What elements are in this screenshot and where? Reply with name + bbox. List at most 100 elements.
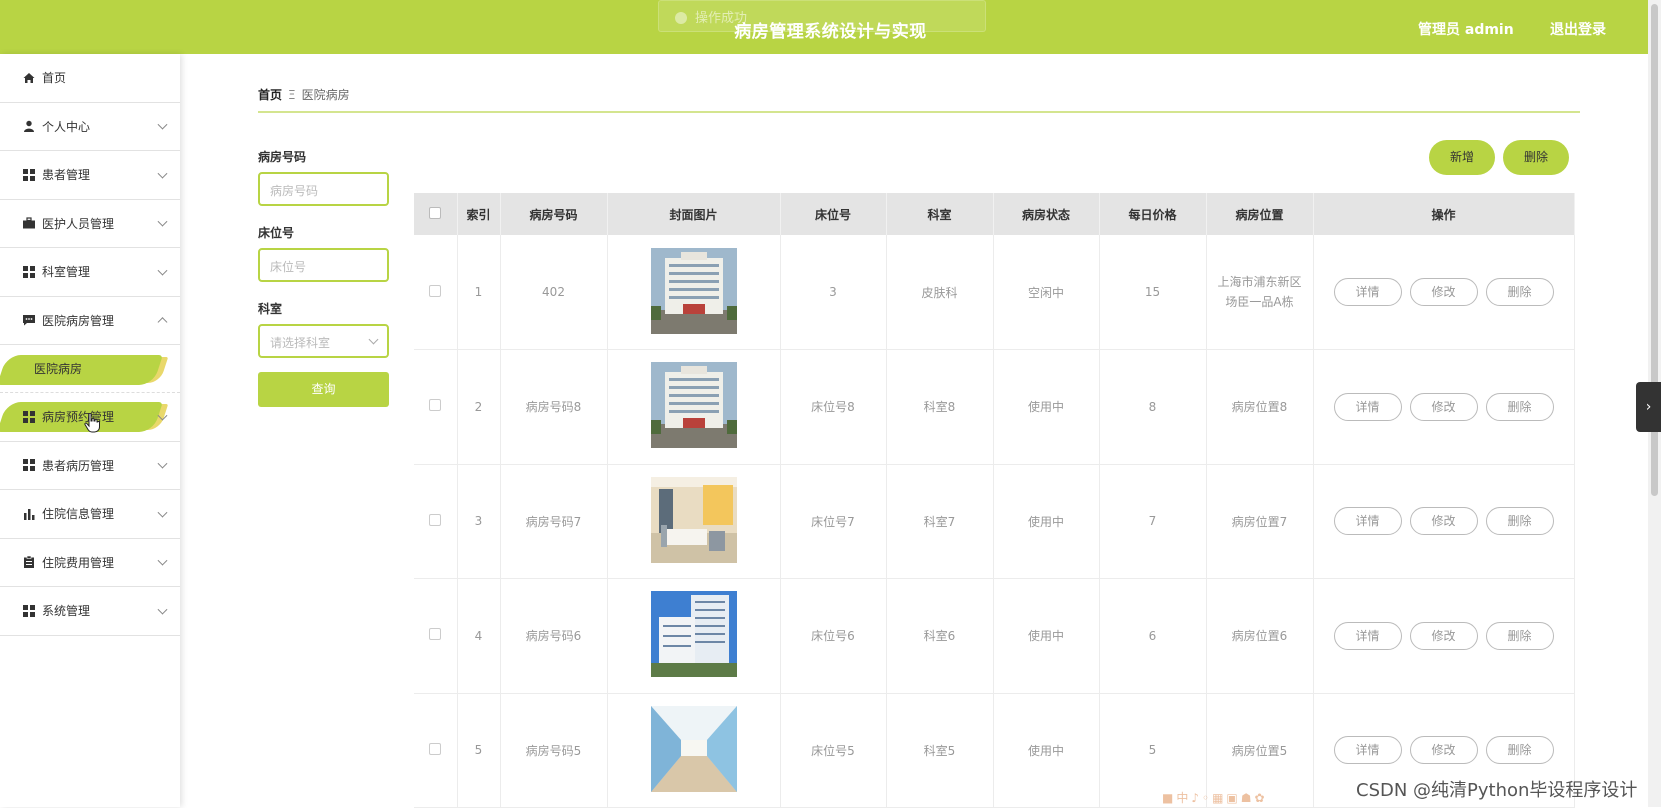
edit-button[interactable]: 修改	[1409, 507, 1478, 536]
sidebar-item-medical-records[interactable]: 患者病历管理	[0, 442, 180, 490]
cell-department: 科室7	[886, 464, 994, 579]
cell-status: 使用中	[993, 349, 1100, 465]
cell-room: 病房号码6	[500, 578, 608, 694]
search-panel: 病房号码 病房号码 床位号 床位号 科室 请选择科室 查询	[258, 148, 389, 407]
cell-status: 使用中	[993, 578, 1100, 694]
edit-button[interactable]: 修改	[1409, 736, 1478, 765]
department-select[interactable]: 请选择科室	[258, 324, 389, 358]
bed-number-label: 床位号	[258, 226, 295, 240]
clipboard-icon	[22, 555, 36, 569]
column-header: 操作	[1313, 193, 1575, 235]
delete-button[interactable]: 删除	[1485, 278, 1554, 306]
delete-button[interactable]: 删除	[1485, 621, 1554, 650]
hand-cursor-icon	[84, 412, 100, 438]
breadcrumb: 首页 Ξ 医院病房	[258, 86, 350, 103]
chevron-down-icon	[157, 458, 168, 469]
sidebar-item-home[interactable]: 首页	[0, 54, 180, 103]
breadcrumb-home[interactable]: 首页	[258, 88, 282, 102]
edit-button[interactable]: 修改	[1409, 621, 1478, 650]
cell-status: 使用中	[993, 464, 1100, 579]
row-checkbox[interactable]	[429, 628, 442, 641]
logout-link[interactable]: 退出登录	[1550, 19, 1606, 39]
cell-bed: 3	[780, 235, 887, 350]
row-checkbox[interactable]	[429, 399, 442, 412]
hospital-building-image	[650, 362, 737, 449]
hospital-building-image	[650, 247, 737, 334]
cell-price: 15	[1099, 235, 1207, 350]
detail-button[interactable]: 详情	[1333, 507, 1402, 536]
column-header: 床位号	[780, 193, 887, 235]
input-method-toolbar: ■中♪◦▦▣☗✿	[1162, 791, 1268, 805]
cell-room: 402	[500, 235, 608, 350]
top-header: 操作成功 病房管理系统设计与实现 管理员 admin 退出登录	[0, 0, 1661, 54]
table-row: 2 病房号码8 床位号8 科室8 使用中 8 病房位置8 详情 修改 删除	[414, 349, 1575, 465]
table-row: 4 病房号码6 床位号6 科室6 使用中 6 病房位置6 详情 修改 删除	[414, 578, 1575, 694]
chevron-right-icon: ›	[1645, 399, 1652, 415]
sidebar-item-medical-staff[interactable]: 医护人员管理	[0, 200, 180, 248]
detail-button[interactable]: 详情	[1333, 736, 1402, 765]
chevron-down-icon	[157, 555, 168, 566]
batch-delete-button[interactable]: 删除	[1503, 140, 1569, 175]
delete-button[interactable]: 删除	[1485, 736, 1554, 765]
row-checkbox[interactable]	[429, 742, 442, 755]
hospital-tower-image	[650, 591, 737, 678]
grid-icon	[22, 604, 36, 618]
row-checkbox[interactable]	[429, 513, 442, 526]
column-header: 病房位置	[1206, 193, 1314, 235]
cell-room: 病房号码7	[500, 464, 608, 579]
user-icon	[22, 119, 36, 133]
cell-room: 病房号码8	[500, 349, 608, 465]
select-all-cell	[414, 193, 458, 235]
sidebar-item-inpatient-info[interactable]: 住院信息管理	[0, 490, 180, 539]
room-number-input[interactable]: 病房号码	[258, 172, 389, 206]
ward-room-image	[650, 476, 737, 563]
sidebar-item-departments[interactable]: 科室管理	[0, 248, 180, 297]
cell-price: 8	[1099, 349, 1207, 465]
side-panel-toggle[interactable]: ›	[1636, 382, 1661, 432]
sidebar-item-patients[interactable]: 患者管理	[0, 151, 180, 200]
cell-location: 病房位置6	[1206, 578, 1314, 694]
chevron-down-icon	[157, 265, 168, 276]
grid-icon	[22, 265, 36, 279]
briefcase-icon	[22, 216, 36, 230]
select-all-checkbox[interactable]	[429, 206, 442, 219]
sidebar-item-system[interactable]: 系统管理	[0, 587, 180, 636]
chevron-down-icon	[157, 168, 168, 179]
column-header: 科室	[886, 193, 994, 235]
add-button[interactable]: 新增	[1429, 140, 1495, 175]
query-button[interactable]: 查询	[258, 372, 389, 407]
sidebar-item-personal-center[interactable]: 个人中心	[0, 103, 180, 151]
detail-button[interactable]: 详情	[1333, 621, 1402, 650]
chevron-down-icon	[157, 604, 168, 615]
app-title: 病房管理系统设计与实现	[734, 22, 927, 42]
chart-icon	[22, 507, 36, 521]
department-label: 科室	[258, 302, 283, 316]
breadcrumb-separator: Ξ	[288, 88, 296, 102]
chevron-down-icon	[157, 507, 168, 518]
bed-number-input[interactable]: 床位号	[258, 248, 389, 282]
cell-bed: 床位号8	[780, 349, 887, 465]
cell-department: 科室6	[886, 578, 994, 694]
table-header: 索引 病房号码 封面图片 床位号 科室 病房状态 每日价格 病房位置 操作	[414, 193, 1575, 235]
delete-button[interactable]: 删除	[1485, 392, 1554, 421]
cell-index: 1	[457, 235, 501, 350]
delete-button[interactable]: 删除	[1485, 507, 1554, 536]
column-header: 索引	[457, 193, 501, 235]
message-icon	[22, 313, 36, 327]
sidebar-item-ward-management[interactable]: 医院病房管理	[0, 297, 180, 345]
edit-button[interactable]: 修改	[1409, 392, 1478, 421]
cell-bed: 床位号7	[780, 464, 887, 579]
sidebar-item-inpatient-fees[interactable]: 住院费用管理	[0, 539, 180, 587]
detail-button[interactable]: 详情	[1333, 278, 1402, 306]
detail-button[interactable]: 详情	[1333, 392, 1402, 421]
cell-index: 2	[457, 349, 501, 465]
table-row: 1 402 3 皮肤科 空闲中 15 上海市浦东新区场臣一品A栋 详情 修改 删除	[414, 235, 1575, 350]
edit-button[interactable]: 修改	[1409, 278, 1478, 306]
breadcrumb-current: 医院病房	[301, 88, 350, 102]
cell-index: 4	[457, 578, 501, 694]
cell-bed: 床位号5	[780, 693, 887, 808]
sidebar-subitem-hospital-wards[interactable]: 医院病房	[0, 345, 180, 393]
cell-status: 使用中	[993, 693, 1100, 808]
row-checkbox[interactable]	[429, 284, 442, 297]
room-number-label: 病房号码	[258, 150, 307, 164]
